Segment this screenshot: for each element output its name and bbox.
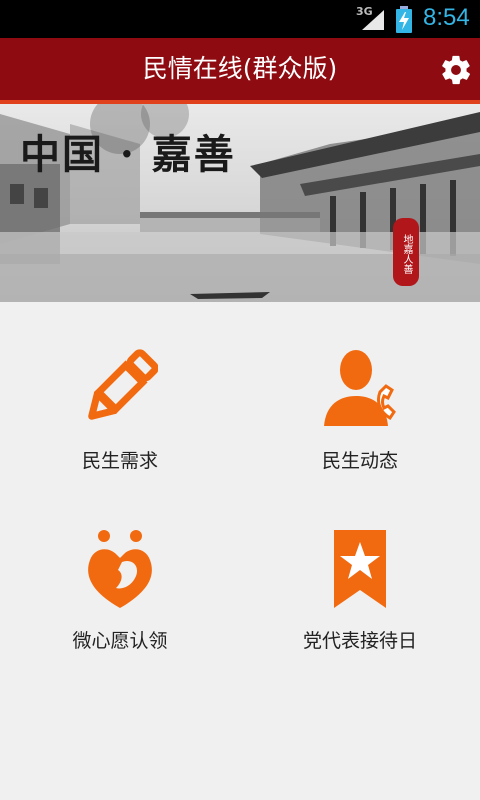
clock: 8:54 (423, 4, 470, 31)
status-bar: 3G 8:54 (0, 0, 480, 38)
star-bookmark-icon (334, 530, 386, 608)
seal-stamp: 地嘉人善 (393, 218, 419, 286)
gear-icon (442, 55, 470, 85)
menu-item-livelihood-needs[interactable]: 民生需求 (0, 330, 240, 500)
menu-item-deputy-reception-day[interactable]: 党代表接待日 (240, 520, 480, 690)
menu-item-livelihood-news[interactable]: 民生动态 (240, 330, 480, 500)
person-phone-icon (324, 350, 396, 426)
pencil-icon (88, 349, 158, 420)
app-bar: 民情在线(群众版) (0, 38, 480, 100)
heart-people-icon (88, 530, 152, 608)
menu-label: 微心愿认领 (72, 630, 168, 652)
menu-label: 民生动态 (321, 450, 398, 472)
menu-item-micro-wish[interactable]: 微心愿认领 (0, 520, 240, 690)
menu-label: 党代表接待日 (302, 630, 417, 652)
menu-label: 民生需求 (81, 450, 158, 472)
battery-charging-icon (396, 6, 412, 33)
banner-calligraphy: 中国 · 嘉善 (20, 131, 236, 178)
settings-button[interactable] (436, 50, 476, 90)
signal-icon (362, 10, 384, 30)
app-title: 民情在线(群众版) (142, 54, 338, 83)
